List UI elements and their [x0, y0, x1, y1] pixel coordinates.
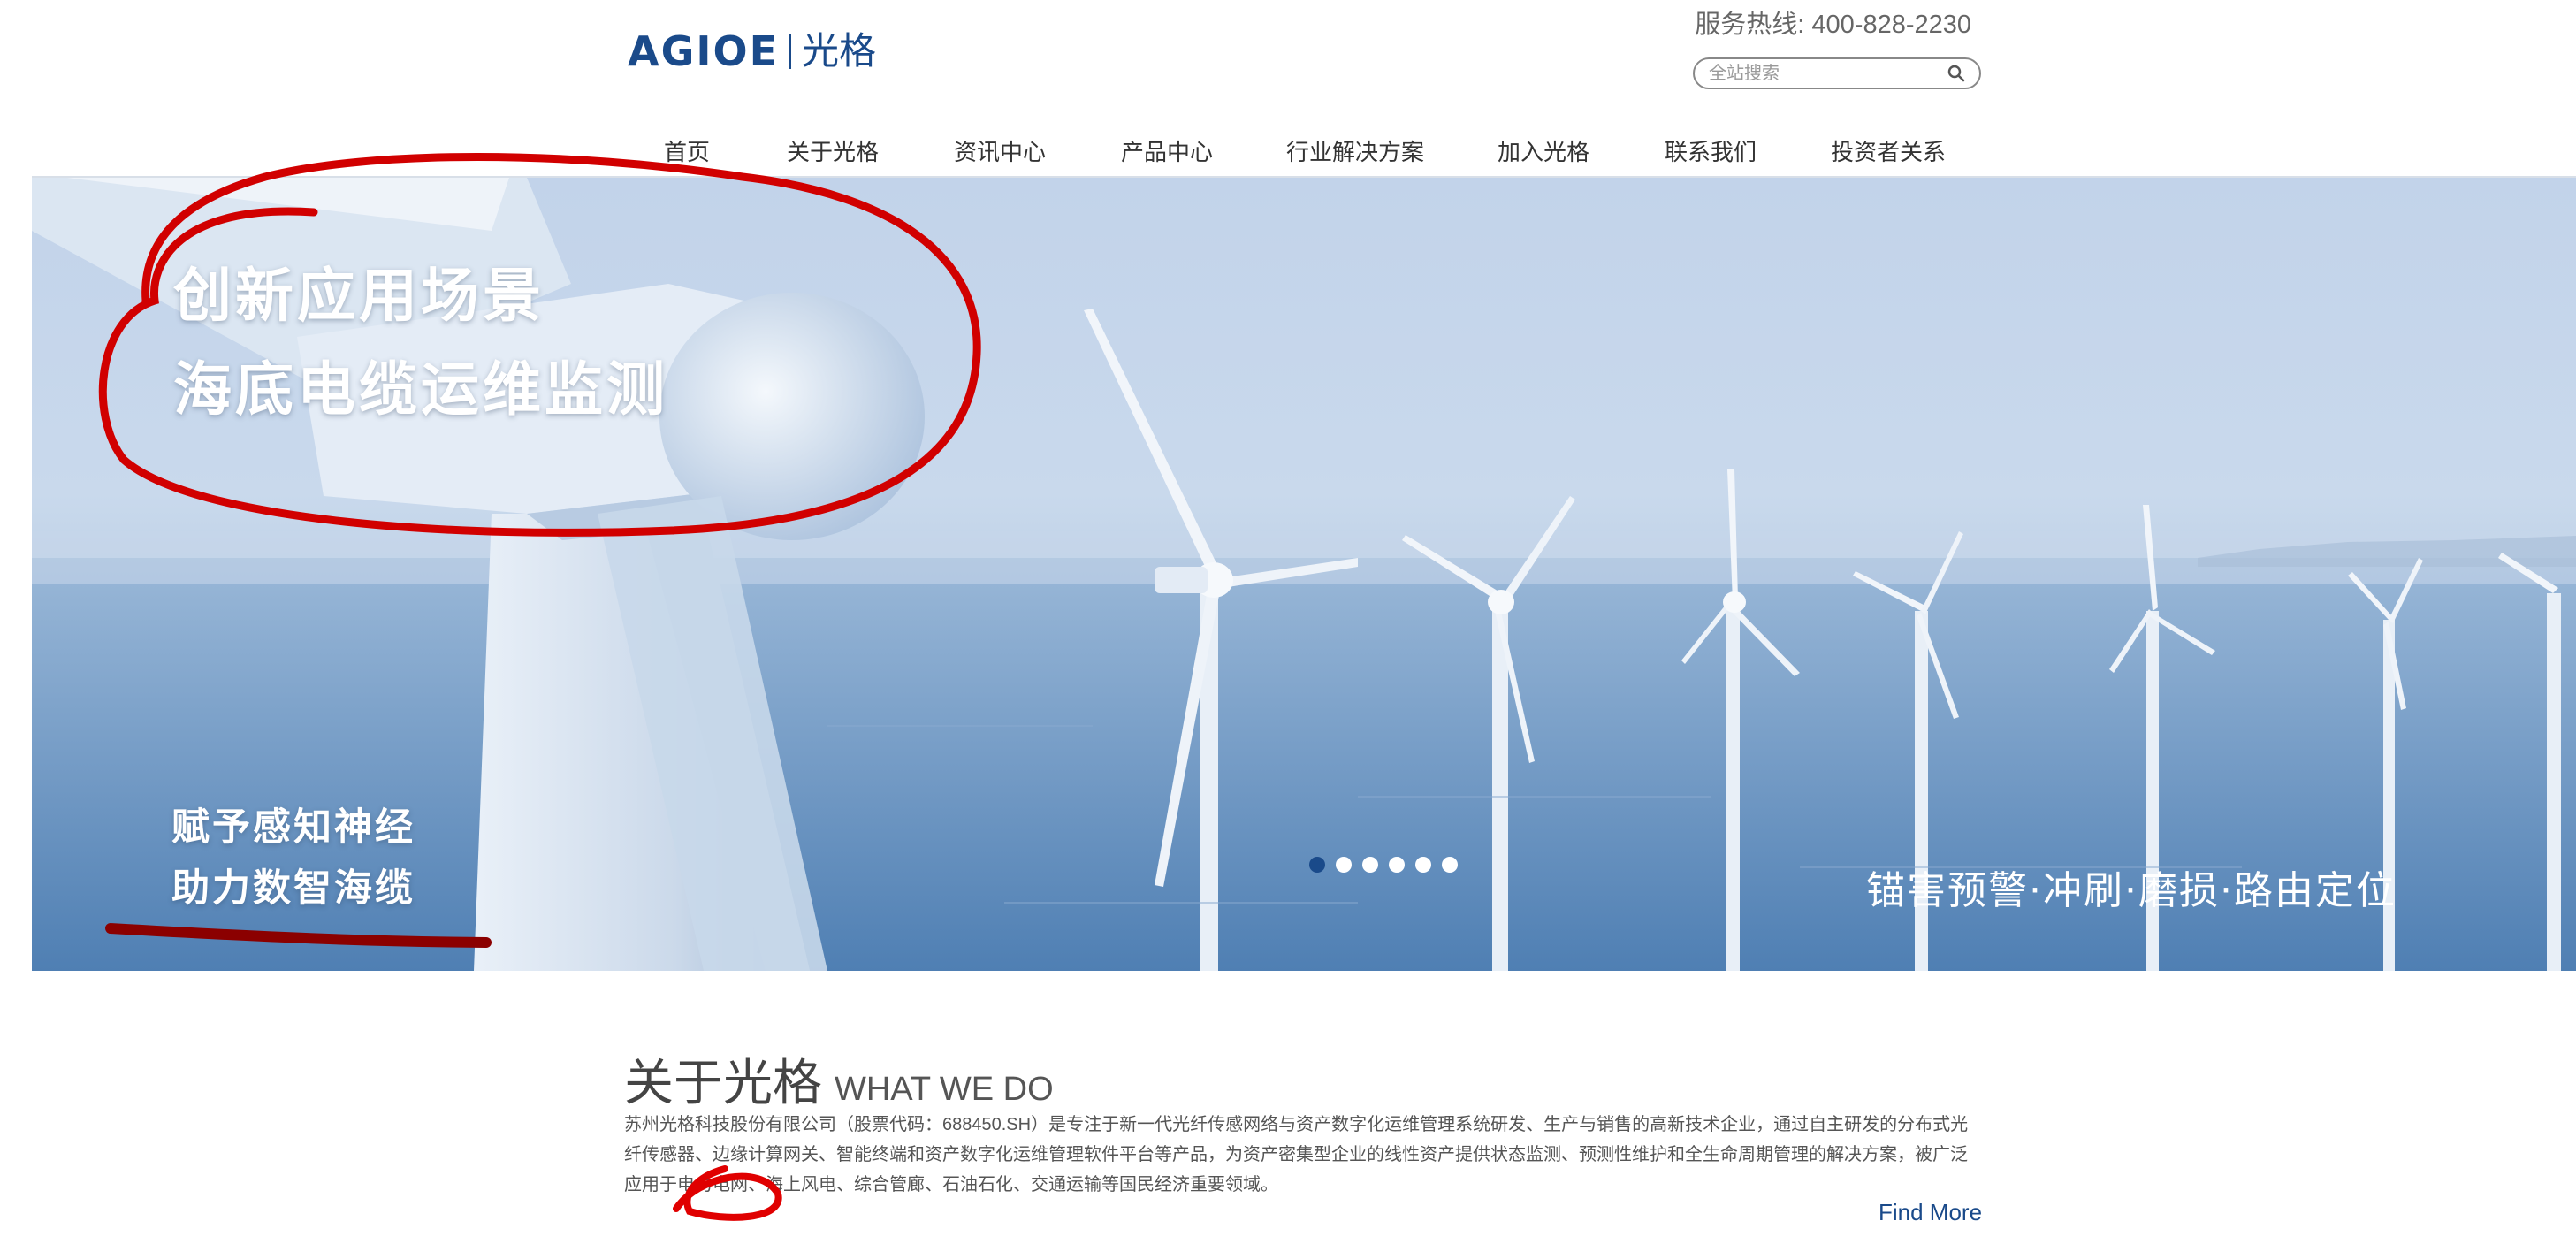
about-title-english: WHAT WE DO	[835, 1071, 1054, 1108]
nav-item-home[interactable]: 首页	[664, 134, 710, 167]
search-input[interactable]	[1709, 63, 1947, 84]
banner-tagline: 锚害预警·冲刷·磨损·路由定位	[1866, 868, 2397, 913]
banner-subheadline-line-1: 赋予感知神经	[171, 805, 415, 850]
nav-item-contact[interactable]: 联系我们	[1665, 134, 1757, 167]
hero-banner[interactable]: 创新应用场景 海底电缆运维监测 赋予感知神经 助力数智海缆 锚害预警·冲刷·磨损…	[32, 178, 2576, 971]
carousel-dot-1[interactable]	[1309, 857, 1325, 873]
carousel-dot-4[interactable]	[1389, 857, 1405, 873]
service-hotline: 服务热线: 400-828-2230	[1695, 11, 1971, 39]
nav-item-careers[interactable]: 加入光格	[1498, 134, 1589, 167]
main-navigation: 首页 关于光格 资讯中心 产品中心 行业解决方案 加入光格 联系我们 投资者关系	[0, 134, 2576, 170]
about-section-title: 关于光格 WHAT WE DO	[624, 1043, 1054, 1115]
carousel-dot-5[interactable]	[1415, 857, 1431, 873]
banner-subheadline-line-2: 助力数智海缆	[171, 866, 415, 911]
banner-headline-line-2: 海底电缆运维监测	[173, 355, 668, 424]
search-icon[interactable]	[1947, 65, 1965, 82]
about-description: 苏州光格科技股份有限公司（股票代码：688450.SH）是专注于新一代光纤传感网…	[624, 1115, 1969, 1194]
nav-item-investors[interactable]: 投资者关系	[1831, 134, 1946, 167]
carousel-dot-3[interactable]	[1362, 857, 1378, 873]
logo-wordmark: AGIOE	[628, 27, 779, 75]
nav-item-products[interactable]: 产品中心	[1121, 134, 1213, 167]
carousel-pagination	[1309, 857, 1458, 873]
site-search-box[interactable]	[1693, 57, 1981, 89]
nav-item-news[interactable]: 资讯中心	[954, 134, 1046, 167]
logo-chinese-name: 光格	[802, 29, 877, 73]
site-logo[interactable]: AGIOE 光格	[628, 25, 876, 78]
nav-item-about[interactable]: 关于光格	[787, 134, 879, 167]
find-more-link[interactable]: Find More	[1879, 1199, 1982, 1226]
carousel-dot-6[interactable]	[1442, 857, 1458, 873]
about-title-chinese: 关于光格	[624, 1055, 822, 1112]
nav-item-solutions[interactable]: 行业解决方案	[1286, 134, 1424, 167]
banner-headline-line-1: 创新应用场景	[173, 262, 545, 330]
carousel-dot-2[interactable]	[1336, 857, 1352, 873]
logo-divider	[789, 34, 791, 69]
